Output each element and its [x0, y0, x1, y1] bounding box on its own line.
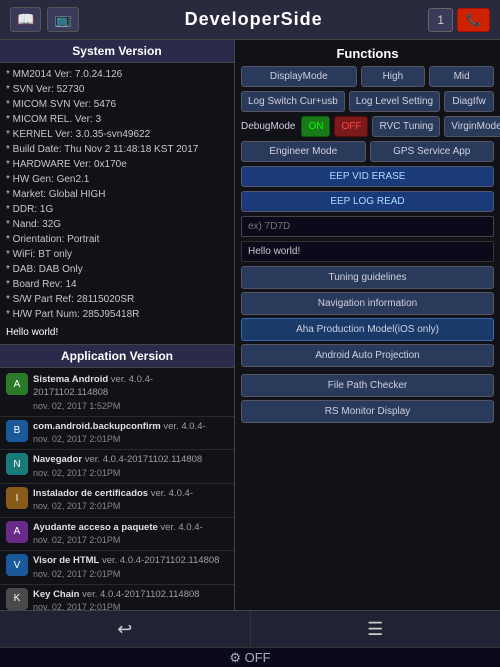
navigation-info-button[interactable]: Navigation information: [241, 292, 494, 315]
app-date: nov. 02, 2017 2:01PM: [33, 434, 120, 444]
android-auto-button[interactable]: Android Auto Projection: [241, 344, 494, 367]
app-version: ver. 4.0.4-: [163, 421, 205, 432]
app-text: Navegador ver. 4.0.4-20171102.114808 nov.…: [33, 453, 228, 480]
engineer-gps-row: Engineer Mode GPS Service App: [241, 141, 494, 162]
debug-off-button[interactable]: OFF: [334, 116, 368, 137]
log-switch-button[interactable]: Log Switch Cur+usb: [241, 91, 345, 112]
book-icon-button[interactable]: 📖: [10, 7, 41, 32]
menu-button[interactable]: ☰: [251, 611, 500, 647]
log-level-button[interactable]: Log Level Setting: [349, 91, 440, 112]
nav-number-button[interactable]: 1: [428, 8, 453, 32]
bottom-bar: ↩ ☰ ⚙ OFF: [0, 610, 500, 667]
high-button[interactable]: High: [361, 66, 426, 87]
display-mode-row: DisplayMode High Mid: [241, 66, 494, 87]
app-text: Sistema Android ver. 4.0.4-20171102.1148…: [33, 373, 228, 413]
rs-monitor-button[interactable]: RS Monitor Display: [241, 400, 494, 423]
app-text: Visor de HTML ver. 4.0.4-20171102.114808…: [33, 554, 228, 581]
eep-log-read-button[interactable]: EEP LOG READ: [241, 191, 494, 212]
back-button[interactable]: ↩: [0, 611, 251, 647]
app-text: Ayudante acceso a paquete ver. 4.0.4- nov…: [33, 521, 228, 548]
app-name: Instalador de certificados: [33, 488, 148, 499]
app-icon: A: [6, 521, 28, 543]
app-text: Key Chain ver. 4.0.4-20171102.114808 nov.…: [33, 588, 228, 610]
app-date: nov. 02, 2017 1:52PM: [33, 401, 120, 411]
app-date: nov. 02, 2017 2:01PM: [33, 535, 120, 545]
bottom-status-bar: ⚙ OFF: [0, 648, 500, 667]
app-icon: I: [6, 487, 28, 509]
app-version: ver. 4.0.4-: [151, 488, 193, 499]
app-text: com.android.backupconfirm ver. 4.0.4- nov…: [33, 420, 228, 447]
power-label: ⚙ OFF: [229, 650, 270, 666]
app-version-title: Application Version: [0, 345, 234, 368]
debug-mode-row: DebugMode ON OFF RVC Tuning VirginMode: [241, 116, 494, 137]
list-item: ASistema Android ver. 4.0.4-20171102.114…: [0, 370, 234, 417]
debug-mode-label: DebugMode: [241, 121, 297, 132]
nav-phone-button[interactable]: 📞: [457, 8, 490, 32]
gps-service-button[interactable]: GPS Service App: [370, 141, 495, 162]
list-item: K Key Chain ver. 4.0.4-20171102.114808 nov…: [0, 585, 234, 610]
mid-button[interactable]: Mid: [429, 66, 494, 87]
tv-icon-button[interactable]: 📺: [47, 7, 78, 32]
hello-world-display: Hello world!: [241, 241, 494, 262]
menu-icon: ☰: [367, 619, 383, 640]
left-panel: System Version * MM2014 Ver: 7.0.24.126*…: [0, 40, 235, 610]
right-panel: Functions DisplayMode High Mid Log Switc…: [235, 40, 500, 610]
app-version: ver. 4.0.4-: [160, 522, 202, 533]
list-item: VVisor de HTML ver. 4.0.4-20171102.11480…: [0, 551, 234, 585]
system-version-title: System Version: [0, 40, 234, 63]
tuning-guidelines-button[interactable]: Tuning guidelines: [241, 266, 494, 289]
app-icon: V: [6, 554, 28, 576]
rvc-tuning-button[interactable]: RVC Tuning: [372, 116, 440, 137]
app-name: Sistema Android: [33, 374, 108, 385]
app-version-section: Application Version ASistema Android ver…: [0, 344, 234, 610]
header-bar: 📖 📺 DeveloperSide 1 📞: [0, 0, 500, 40]
app-name: Key Chain: [33, 589, 79, 600]
app-date: nov. 02, 2017 2:01PM: [33, 602, 120, 610]
eep-log-row: EEP LOG READ: [241, 191, 494, 212]
eep-row: EEP VID ERASE: [241, 166, 494, 187]
app-name: Visor de HTML: [33, 555, 99, 566]
app-title: DeveloperSide: [185, 9, 323, 30]
header-right-controls: 1 📞: [428, 8, 490, 32]
eep-vid-erase-button[interactable]: EEP VID ERASE: [241, 166, 494, 187]
app-date: nov. 02, 2017 2:01PM: [33, 569, 120, 579]
app-name: Navegador: [33, 454, 82, 465]
virgin-mode-button[interactable]: VirginMode: [444, 116, 500, 137]
app-version: ver. 4.0.4-20171102.114808: [102, 555, 219, 566]
hex-input-field[interactable]: [241, 216, 494, 237]
bottom-nav: ↩ ☰: [0, 611, 500, 648]
diag-button[interactable]: DiagIfw: [444, 91, 494, 112]
aha-production-button[interactable]: Aha Production Model(iOS only): [241, 318, 494, 341]
app-version: ver. 4.0.4-20171102.114808: [82, 589, 199, 600]
app-name: Ayudante acceso a paquete: [33, 522, 158, 533]
main-content: System Version * MM2014 Ver: 7.0.24.126*…: [0, 40, 500, 610]
debug-on-button[interactable]: ON: [301, 116, 330, 137]
list-item: N Navegador ver. 4.0.4-20171102.114808 nov…: [0, 450, 234, 484]
list-item: Bcom.android.backupconfirm ver. 4.0.4- no…: [0, 417, 234, 451]
system-info: * MM2014 Ver: 7.0.24.126* SVN Ver: 52730…: [0, 63, 234, 344]
display-mode-button[interactable]: DisplayMode: [241, 66, 357, 87]
list-item: A Ayudante acceso a paquete ver. 4.0.4- no…: [0, 518, 234, 552]
list-item: I Instalador de certificados ver. 4.0.4- n…: [0, 484, 234, 518]
app-version: ver. 4.0.4-20171102.114808: [85, 454, 202, 465]
app-icon: K: [6, 588, 28, 610]
app-date: nov. 02, 2017 2:01PM: [33, 468, 120, 478]
engineer-mode-button[interactable]: Engineer Mode: [241, 141, 366, 162]
app-text: Instalador de certificados ver. 4.0.4- no…: [33, 487, 228, 514]
file-path-checker-button[interactable]: File Path Checker: [241, 374, 494, 397]
app-date: nov. 02, 2017 2:01PM: [33, 501, 120, 511]
app-list: ASistema Android ver. 4.0.4-20171102.114…: [0, 368, 234, 610]
log-row: Log Switch Cur+usb Log Level Setting Dia…: [241, 91, 494, 112]
functions-title: Functions: [241, 46, 494, 61]
back-icon: ↩: [117, 619, 132, 640]
app-name: com.android.backupconfirm: [33, 421, 161, 432]
app-icon: A: [6, 373, 28, 395]
app-icon: N: [6, 453, 28, 475]
app-icon: B: [6, 420, 28, 442]
header-icons: 📖 📺: [10, 7, 79, 32]
